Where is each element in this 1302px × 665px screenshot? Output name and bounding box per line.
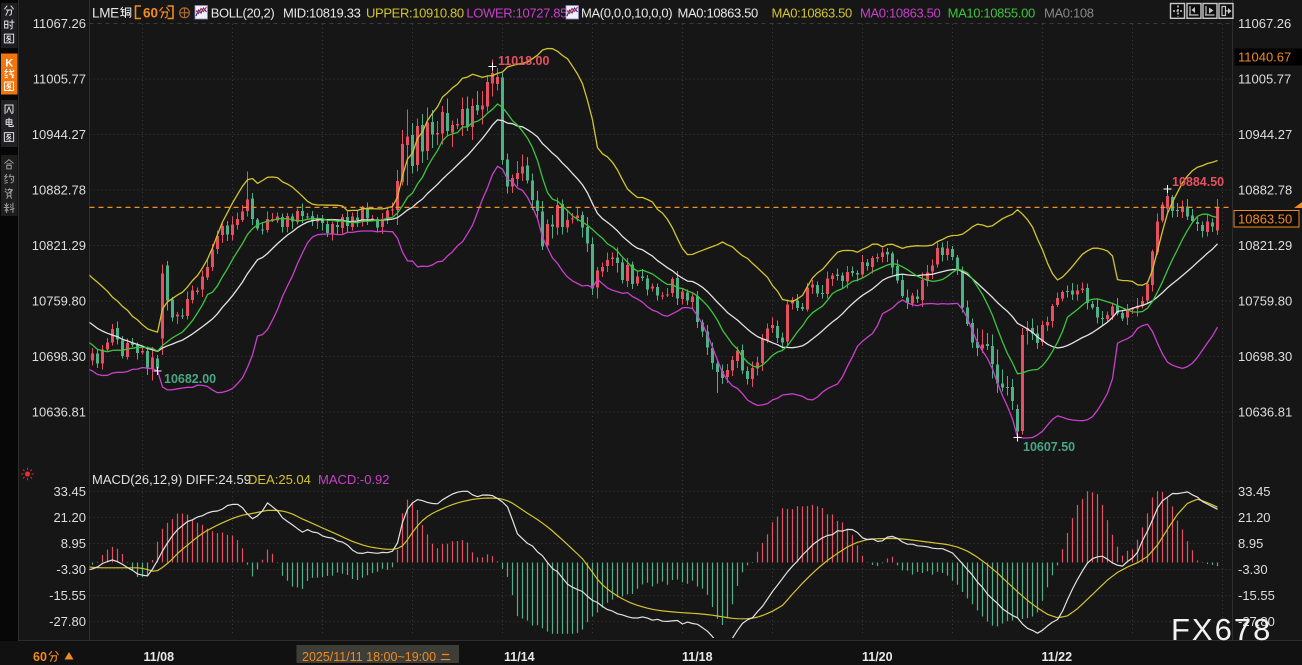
svg-text:LOWER:10727.85: LOWER:10727.85: [466, 6, 567, 21]
svg-text:33.45: 33.45: [53, 484, 86, 499]
svg-text:60: 60: [143, 6, 158, 21]
svg-text:10759.80: 10759.80: [1238, 293, 1292, 308]
svg-text:11067.26: 11067.26: [33, 16, 86, 31]
svg-text:MA0:10863.50: MA0:10863.50: [772, 6, 852, 21]
svg-text:11018.00: 11018.00: [498, 54, 549, 68]
svg-text:10944.27: 10944.27: [32, 127, 86, 142]
svg-text:8.95: 8.95: [61, 536, 86, 551]
svg-text:60: 60: [33, 650, 47, 664]
svg-text:FX678: FX678: [1171, 612, 1272, 647]
svg-text:11/22: 11/22: [1042, 650, 1073, 664]
svg-text:11040.67: 11040.67: [1238, 50, 1291, 65]
svg-text:MA0:10863.50: MA0:10863.50: [678, 6, 758, 21]
svg-text:10882.78: 10882.78: [32, 182, 86, 197]
svg-text:21.20: 21.20: [1238, 510, 1271, 525]
svg-text:11/08: 11/08: [144, 650, 175, 664]
svg-text:MID:10819.33: MID:10819.33: [283, 6, 361, 21]
svg-text:2025/11/11 18:00~19:00: 2025/11/11 18:00~19:00: [302, 650, 436, 664]
svg-text:LME: LME: [92, 6, 119, 21]
svg-text:33.45: 33.45: [1238, 484, 1271, 499]
svg-text:UPPER:10910.80: UPPER:10910.80: [366, 6, 464, 21]
svg-text:MA0:10863.50: MA0:10863.50: [860, 6, 940, 21]
svg-text:11/18: 11/18: [682, 650, 713, 664]
svg-text:10821.29: 10821.29: [1238, 238, 1292, 253]
svg-text:10821.29: 10821.29: [32, 238, 86, 253]
svg-text:8.95: 8.95: [1238, 536, 1263, 551]
svg-text:10698.30: 10698.30: [32, 349, 86, 364]
svg-text:-27.80: -27.80: [49, 614, 86, 629]
svg-text:-3.30: -3.30: [1238, 562, 1268, 577]
svg-text:10636.81: 10636.81: [32, 404, 86, 419]
svg-text:10884.50: 10884.50: [1172, 175, 1224, 189]
svg-text:11005.77: 11005.77: [1238, 71, 1291, 86]
svg-text:10944.27: 10944.27: [1238, 127, 1292, 142]
svg-text:BOLL(20,2): BOLL(20,2): [211, 6, 275, 21]
svg-text:MACD:-0.92: MACD:-0.92: [318, 472, 390, 487]
svg-text:MACD(26,12,9) DIFF:24.59: MACD(26,12,9) DIFF:24.59: [92, 472, 251, 487]
svg-text:10759.80: 10759.80: [32, 293, 86, 308]
svg-text:10636.81: 10636.81: [1238, 404, 1292, 419]
svg-text:10882.78: 10882.78: [1238, 182, 1292, 197]
svg-text:11005.77: 11005.77: [33, 71, 86, 86]
svg-text:MA0:108: MA0:108: [1044, 6, 1094, 21]
svg-text:K: K: [5, 58, 13, 70]
svg-text:-3.30: -3.30: [56, 562, 86, 577]
svg-text:10863.50: 10863.50: [1238, 212, 1292, 227]
svg-text:-15.55: -15.55: [49, 588, 86, 603]
svg-text:10607.50: 10607.50: [1023, 440, 1075, 454]
svg-text:MA(0,0,0,10,0,0): MA(0,0,0,10,0,0): [581, 6, 672, 21]
svg-text:10698.30: 10698.30: [1238, 349, 1292, 364]
svg-text:DEA:25.04: DEA:25.04: [248, 472, 311, 487]
svg-text:21.20: 21.20: [53, 510, 86, 525]
svg-text:MA10:10855.00: MA10:10855.00: [948, 6, 1035, 21]
svg-text:11/20: 11/20: [862, 650, 893, 664]
svg-text:-15.55: -15.55: [1238, 588, 1275, 603]
svg-text:11067.26: 11067.26: [1238, 16, 1291, 31]
svg-text:11/14: 11/14: [504, 650, 535, 664]
svg-text:10682.00: 10682.00: [164, 372, 216, 386]
